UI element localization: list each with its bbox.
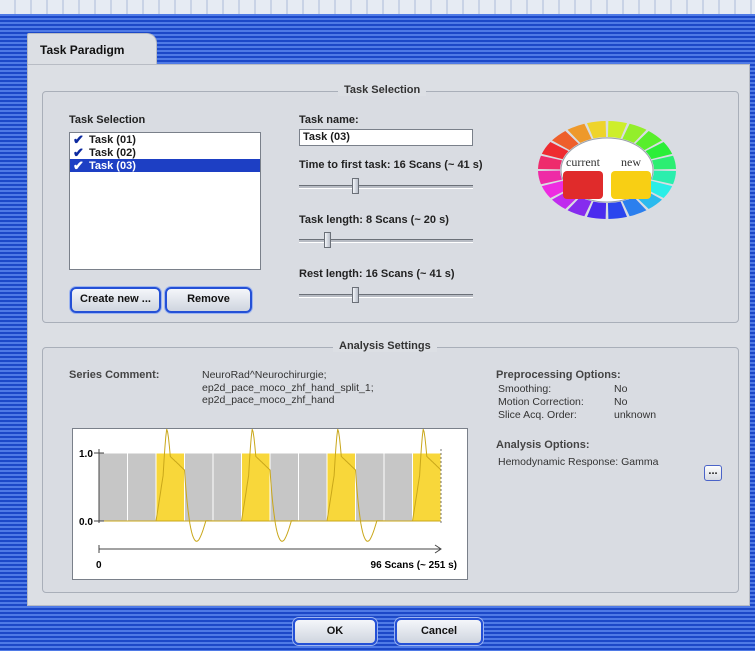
series-comment-label: Series Comment: (69, 369, 160, 381)
slider-thumb[interactable] (352, 287, 359, 303)
slider-track (299, 294, 473, 298)
ok-button[interactable]: OK (293, 618, 377, 645)
y-bottom-label: 0.0 (79, 517, 93, 528)
checkbox-icon[interactable]: ✔ (73, 159, 85, 172)
task-listbox[interactable]: ✔ Task (01) ✔ Task (02) ✔ Task (03) (69, 132, 261, 270)
rest-block (355, 452, 385, 522)
paradigm-plot-svg: 1.0 0.0 0 96 Scans (~ 251 s) (79, 429, 457, 571)
task-list-item-1[interactable]: ✔ Task (01) (70, 133, 260, 146)
title-strip (0, 0, 755, 14)
y-top-label: 1.0 (79, 449, 93, 460)
rest-block (184, 452, 214, 522)
cancel-button[interactable]: Cancel (395, 618, 483, 645)
rest-block (298, 452, 328, 522)
rest-length-slider[interactable] (299, 287, 473, 303)
task-name-input[interactable]: Task (03) (299, 129, 473, 146)
rest-block (212, 452, 242, 522)
slider-track (299, 185, 473, 189)
task-length-slider[interactable] (299, 232, 473, 248)
x-start-label: 0 (96, 560, 102, 571)
slice-acq-order-value: unknown (614, 409, 657, 421)
paradigm-plot: 1.0 0.0 0 96 Scans (~ 251 s) (72, 428, 468, 580)
time-to-first-slider[interactable] (299, 178, 473, 194)
tab-label: Task Paradigm (40, 43, 125, 57)
task-list-item-2[interactable]: ✔ Task (02) (70, 146, 260, 159)
rest-block (98, 452, 128, 522)
task-list-label: Task Selection (69, 114, 146, 126)
task-selection-group: Task Selection Task Selection ✔ Task (01)… (42, 84, 739, 323)
task-selection-group-title: Task Selection (338, 84, 427, 96)
smoothing-value: No (614, 383, 628, 395)
create-new-button[interactable]: Create new ... (70, 287, 161, 313)
remove-button[interactable]: Remove (165, 287, 252, 313)
analysis-options-button[interactable]: ... (704, 465, 722, 481)
motion-correction-value: No (614, 396, 628, 408)
current-label: current (566, 155, 601, 169)
time-to-first-label: Time to first task: 16 Scans (~ 41 s) (299, 159, 483, 171)
task-list-item-label: Task (03) (89, 159, 136, 172)
analysis-settings-group-title: Analysis Settings (333, 340, 437, 352)
color-wheel[interactable]: current new (536, 119, 678, 221)
current-color-swatch (563, 171, 603, 199)
task-paradigm-panel: Task Selection Task Selection ✔ Task (01)… (27, 64, 750, 606)
rest-block (383, 452, 413, 522)
rest-block (269, 452, 299, 522)
task-length-label: Task length: 8 Scans (~ 20 s) (299, 214, 449, 226)
slider-thumb[interactable] (324, 232, 331, 248)
rest-block (127, 452, 157, 522)
task-list-item-label: Task (02) (89, 146, 136, 159)
slice-acq-order-label: Slice Acq. Order: (498, 409, 577, 421)
hemodynamic-response-text: Hemodynamic Response: Gamma (498, 456, 659, 468)
preprocessing-title: Preprocessing Options: (496, 369, 621, 381)
task-name-label: Task name: (299, 114, 359, 126)
checkbox-icon[interactable]: ✔ (73, 133, 85, 146)
task-list-item-label: Task (01) (89, 133, 136, 146)
tab-task-paradigm[interactable]: Task Paradigm (27, 33, 157, 65)
series-comment-line-2: ep2d_pace_moco_zhf_hand_split_1; (202, 382, 374, 394)
analysis-settings-group: Analysis Settings Series Comment: NeuroR… (42, 340, 739, 593)
new-label: new (621, 155, 641, 169)
series-comment-line-1: NeuroRad^Neurochirurgie; (202, 369, 327, 381)
task-block (412, 452, 442, 522)
slider-thumb[interactable] (352, 178, 359, 194)
task-block (326, 452, 356, 522)
x-end-label: 96 Scans (~ 251 s) (371, 560, 457, 571)
new-color-swatch (611, 171, 651, 199)
analysis-options-title: Analysis Options: (496, 439, 590, 451)
task-block (155, 452, 185, 522)
series-comment-line-3: ep2d_pace_moco_zhf_hand (202, 394, 335, 406)
rest-length-label: Rest length: 16 Scans (~ 41 s) (299, 268, 455, 280)
dialog-button-bar: OK Cancel (0, 606, 755, 651)
motion-correction-label: Motion Correction: (498, 396, 584, 408)
checkbox-icon[interactable]: ✔ (73, 146, 85, 159)
smoothing-label: Smoothing: (498, 383, 552, 395)
task-block (241, 452, 271, 522)
task-list-item-3[interactable]: ✔ Task (03) (70, 159, 260, 172)
